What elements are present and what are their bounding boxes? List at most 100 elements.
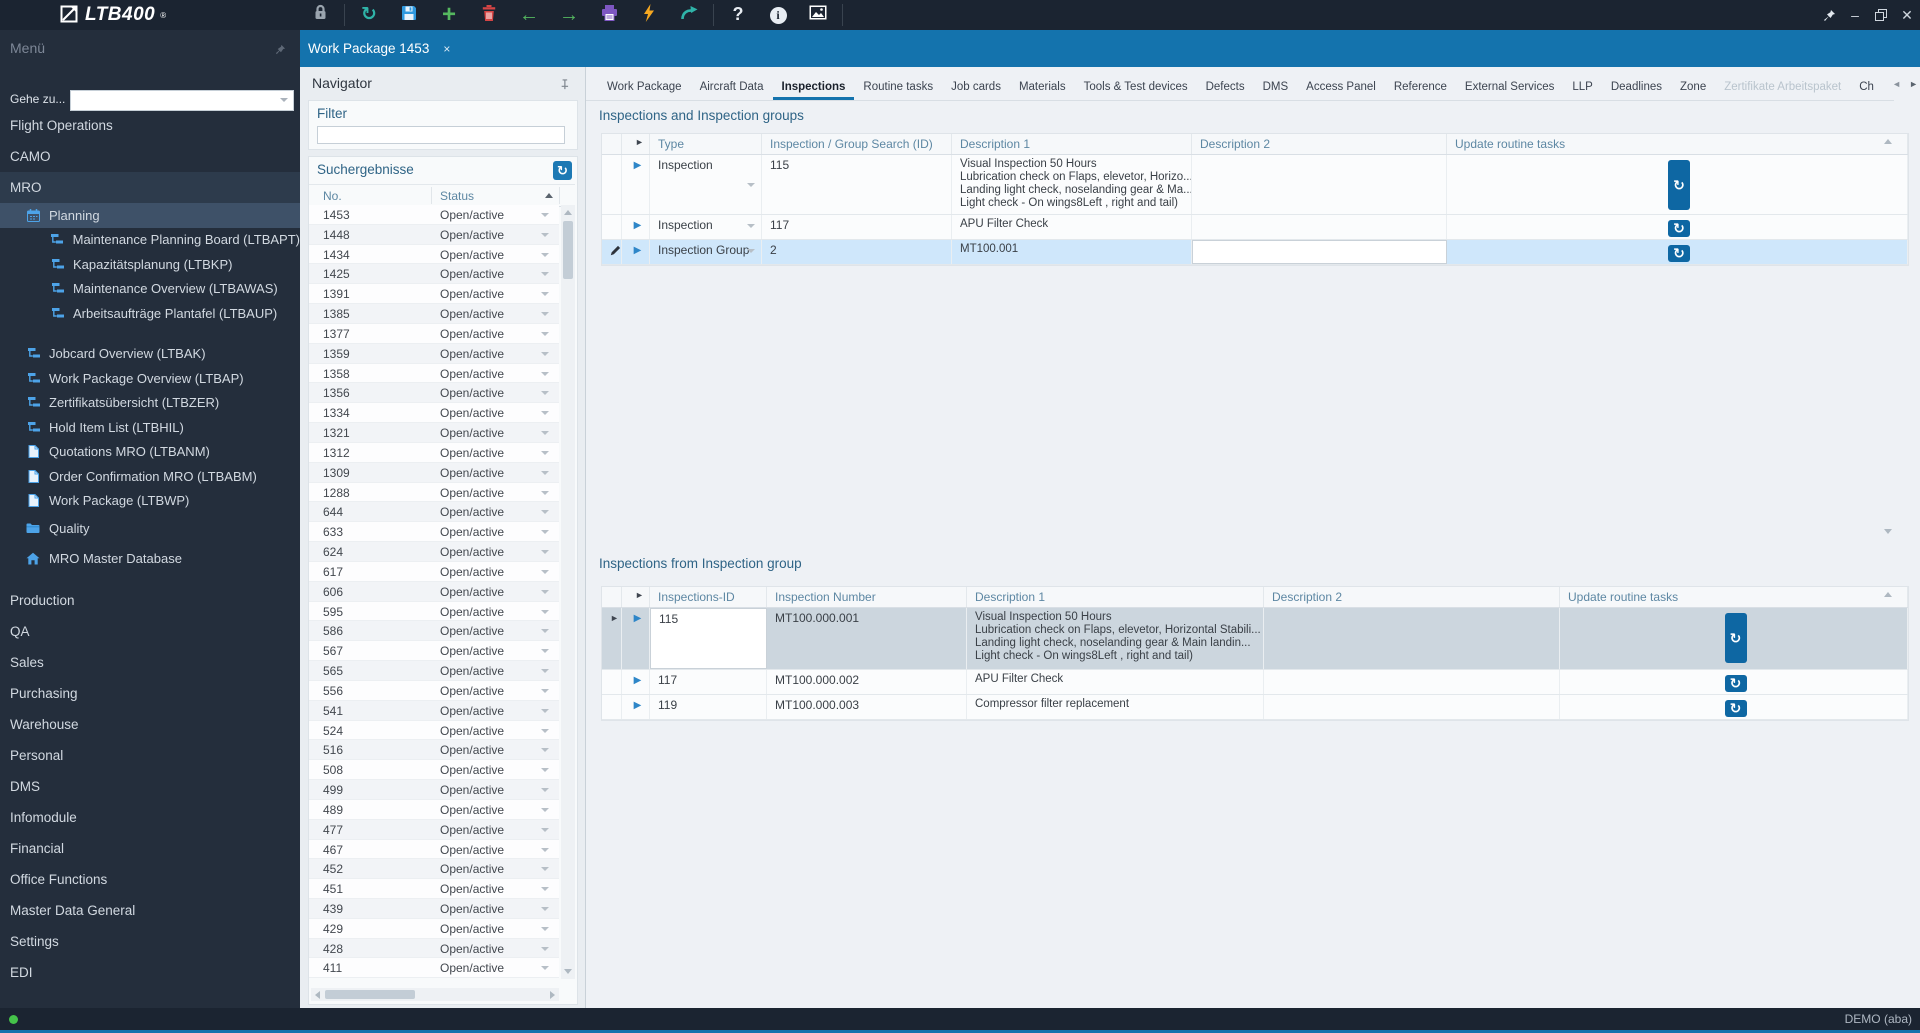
sidebar-item-arbeitsauftr-ge-plantafel-ltbaup[interactable]: Arbeitsaufträge Plantafel (LTBAUP)	[0, 301, 300, 326]
chevron-down-icon[interactable]	[541, 232, 549, 237]
chevron-down-icon[interactable]	[541, 946, 549, 951]
chevron-down-icon[interactable]	[541, 312, 549, 317]
chevron-down-icon[interactable]	[541, 213, 549, 217]
sidebar-item-flight-operations[interactable]: Flight Operations	[0, 110, 300, 141]
chevron-down-icon[interactable]	[747, 249, 755, 253]
result-row[interactable]: 633 Open/active	[309, 522, 559, 543]
table-row[interactable]: ► ▶ 115 MT100.000.001 Visual Inspection 50 H…	[602, 608, 1908, 670]
result-row[interactable]: 1359 Open/active	[309, 343, 559, 364]
info-button[interactable]: i	[764, 1, 792, 29]
result-row[interactable]: 499 Open/active	[309, 780, 559, 800]
expand-row-icon[interactable]: ▶	[622, 670, 650, 694]
result-row[interactable]: 606 Open/active	[309, 581, 559, 602]
print-button[interactable]	[595, 1, 623, 29]
chevron-down-icon[interactable]	[541, 629, 549, 634]
refresh-results-button[interactable]: ↻	[553, 161, 572, 180]
tab-materials[interactable]: Materials	[1010, 81, 1075, 100]
result-row[interactable]: 1385 Open/active	[309, 304, 559, 324]
chevron-down-icon[interactable]	[541, 847, 549, 852]
table-column-header[interactable]: Update routine tasks	[1560, 587, 1908, 607]
result-row[interactable]: 1288 Open/active	[309, 482, 559, 503]
chevron-down-icon[interactable]	[541, 827, 549, 832]
result-row[interactable]: 595 Open/active	[309, 601, 559, 622]
sidebar-item-settings[interactable]: Settings	[0, 926, 300, 957]
result-row[interactable]: 429 Open/active	[309, 918, 559, 939]
result-row[interactable]: 617 Open/active	[309, 561, 559, 582]
chevron-down-icon[interactable]	[541, 272, 549, 277]
sidebar-item-edi[interactable]: EDI	[0, 957, 300, 988]
sidebar-item-quality[interactable]: Quality	[0, 513, 300, 543]
result-row[interactable]: 567 Open/active	[309, 641, 559, 662]
chevron-down-icon[interactable]	[541, 431, 549, 436]
update-routine-tasks-button[interactable]: ↻	[1724, 700, 1747, 717]
result-row[interactable]: 1321 Open/active	[309, 423, 559, 443]
chevron-down-icon[interactable]	[541, 530, 549, 535]
sidebar-item-personal[interactable]: Personal	[0, 740, 300, 771]
table1-scroll-down-icon[interactable]	[1884, 529, 1892, 534]
tab-routine-tasks[interactable]: Routine tasks	[854, 81, 942, 100]
table-column-header[interactable]: Description 2	[1264, 587, 1560, 607]
chevron-down-icon[interactable]	[747, 183, 755, 187]
result-row[interactable]: 439 Open/active	[309, 898, 559, 919]
result-row[interactable]: 1425 Open/active	[309, 264, 559, 285]
sidebar-item-maintenance-planning-board-ltbapt[interactable]: Maintenance Planning Board (LTBAPT)	[0, 228, 300, 253]
active-edit-cell[interactable]: 115	[650, 608, 767, 669]
result-row[interactable]: 1309 Open/active	[309, 462, 559, 483]
chevron-down-icon[interactable]	[747, 224, 755, 228]
sidebar-item-zertifikats-bersicht-ltbzer[interactable]: Zertifikatsübersicht (LTBZER)	[0, 391, 300, 416]
chevron-down-icon[interactable]	[541, 589, 549, 594]
sidebar-item-dms[interactable]: DMS	[0, 771, 300, 802]
tabs-scroll-left-icon[interactable]: ◄	[1892, 79, 1901, 89]
help-button[interactable]: ?	[724, 1, 752, 29]
result-row[interactable]: 541 Open/active	[309, 700, 559, 721]
result-row[interactable]: 467 Open/active	[309, 839, 559, 860]
tab-defects[interactable]: Defects	[1197, 81, 1254, 100]
result-row[interactable]: 477 Open/active	[309, 819, 559, 840]
tab-tools-test-devices[interactable]: Tools & Test devices	[1075, 81, 1197, 100]
chevron-down-icon[interactable]	[541, 649, 549, 654]
tab-deadlines[interactable]: Deadlines	[1602, 81, 1671, 100]
table-column-header[interactable]: Description 2	[1192, 134, 1447, 154]
result-row[interactable]: 451 Open/active	[309, 879, 559, 899]
chevron-down-icon[interactable]	[541, 411, 549, 416]
scroll-thumb[interactable]	[563, 221, 573, 279]
tab-aircraft-data[interactable]: Aircraft Data	[691, 81, 773, 100]
table-column-header[interactable]: Update routine tasks	[1447, 134, 1908, 154]
result-row[interactable]: 508 Open/active	[309, 760, 559, 781]
table-column-header[interactable]: Inspection Number	[767, 587, 967, 607]
document-tab-work-package[interactable]: Work Package 1453 ×	[308, 30, 450, 67]
sidebar-item-quotations-mro-ltbanm[interactable]: Quotations MRO (LTBANM)	[0, 440, 300, 465]
add-button[interactable]: +	[435, 1, 463, 29]
chevron-down-icon[interactable]	[541, 768, 549, 773]
tab-reference[interactable]: Reference	[1385, 81, 1456, 100]
chevron-down-icon[interactable]	[541, 926, 549, 931]
table-row[interactable]: ▶ 119 MT100.000.003 Compressor filter repla…	[602, 695, 1908, 720]
update-routine-tasks-button[interactable]: ↻	[1668, 220, 1690, 237]
table-row[interactable]: ▶ 117 MT100.000.002 APU Filter Check ↻	[602, 670, 1908, 695]
expand-row-icon[interactable]: ▶	[622, 608, 650, 669]
chevron-down-icon[interactable]	[541, 550, 549, 555]
navigator-pin-icon[interactable]	[558, 77, 569, 95]
table-row[interactable]: ▶ Inspection 115 Visual Inspection 50 Hours…	[602, 155, 1908, 215]
chevron-down-icon[interactable]	[541, 966, 549, 971]
sidebar-item-mro-master-database[interactable]: MRO Master Database	[0, 543, 300, 573]
sidebar-item-mro[interactable]: MRO	[0, 172, 300, 203]
sidebar-item-work-package-ltbwp[interactable]: Work Package (LTBWP)	[0, 489, 300, 514]
result-row[interactable]: 1391 Open/active	[309, 284, 559, 305]
chevron-down-icon[interactable]	[541, 510, 549, 515]
tabs-scroll-right-icon[interactable]: ►	[1909, 79, 1918, 89]
tab-job-cards[interactable]: Job cards	[942, 81, 1010, 100]
minimize-icon[interactable]: –	[1842, 1, 1868, 29]
scroll-up-icon[interactable]	[564, 210, 572, 215]
chevron-down-icon[interactable]	[541, 470, 549, 475]
chevron-down-icon[interactable]	[541, 906, 549, 911]
quick-action-button[interactable]	[635, 1, 663, 29]
table-column-header[interactable]: Type	[650, 134, 762, 154]
table1-scroll-up-icon[interactable]	[1884, 139, 1892, 144]
tab-work-package[interactable]: Work Package	[598, 81, 691, 100]
close-icon[interactable]: ✕	[1894, 1, 1920, 29]
expand-row-icon[interactable]: ▶	[622, 215, 650, 239]
sidebar-item-planning[interactable]: Planning	[0, 203, 300, 228]
expand-row-icon[interactable]: ▶	[622, 155, 650, 214]
active-edit-cell[interactable]	[1192, 240, 1447, 264]
